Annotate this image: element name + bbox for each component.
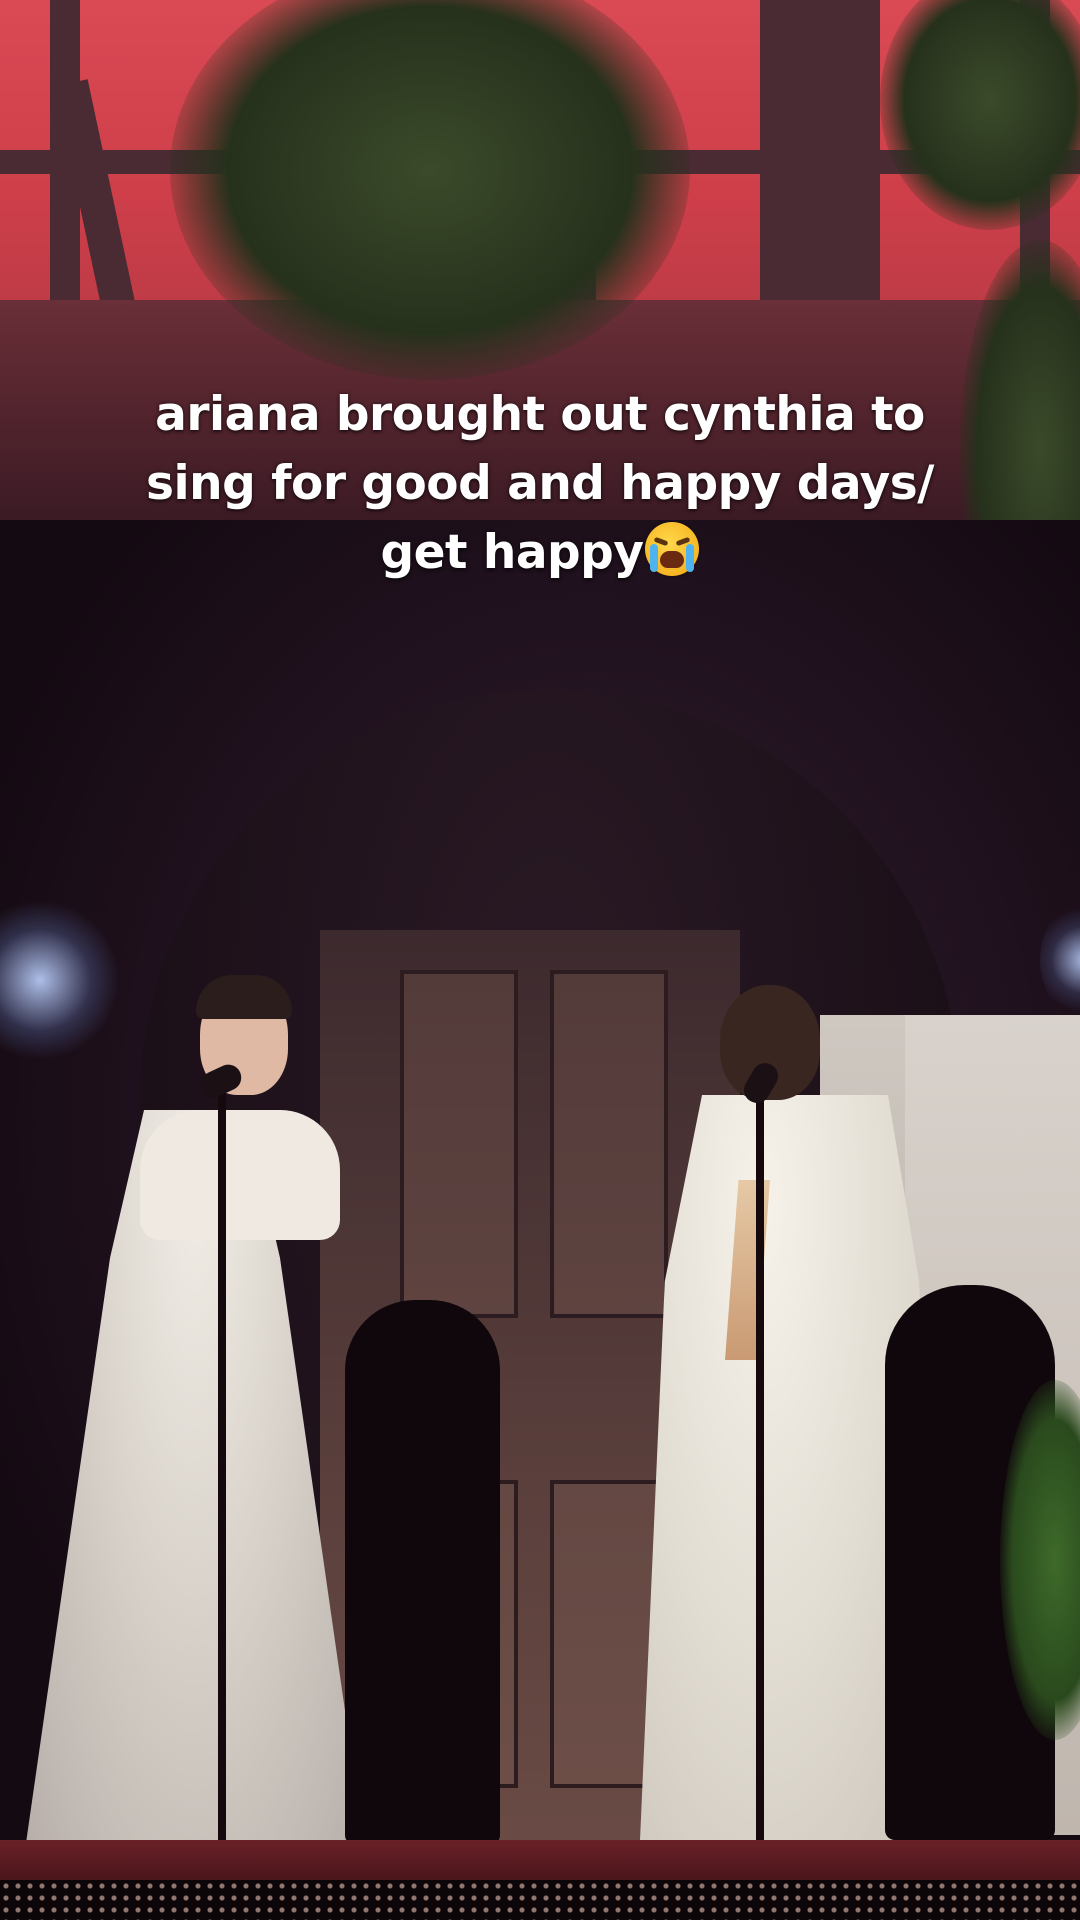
- mic-stand: [756, 1085, 764, 1845]
- crew-silhouette: [345, 1300, 500, 1845]
- video-caption: ariana brought out cynthia to sing for g…: [90, 380, 990, 587]
- concert-photo: ariana brought out cynthia to sing for g…: [0, 0, 1080, 1920]
- caption-line-1: ariana brought out cynthia to: [155, 387, 925, 442]
- loudly-crying-face-icon: [645, 522, 700, 576]
- performer-puff-sleeves: [140, 1110, 340, 1240]
- performer-hair: [196, 975, 292, 1019]
- stage-edge-lights: [0, 1880, 1080, 1920]
- door-panel: [400, 970, 518, 1318]
- caption-line-2: sing for good and happy days/: [146, 456, 934, 511]
- mic-stand: [218, 1085, 226, 1845]
- stage-floor: [0, 1840, 1080, 1880]
- caption-line-3: get happy: [90, 518, 990, 587]
- caption-line-3-text: get happy: [380, 525, 644, 580]
- door-panel: [550, 970, 668, 1318]
